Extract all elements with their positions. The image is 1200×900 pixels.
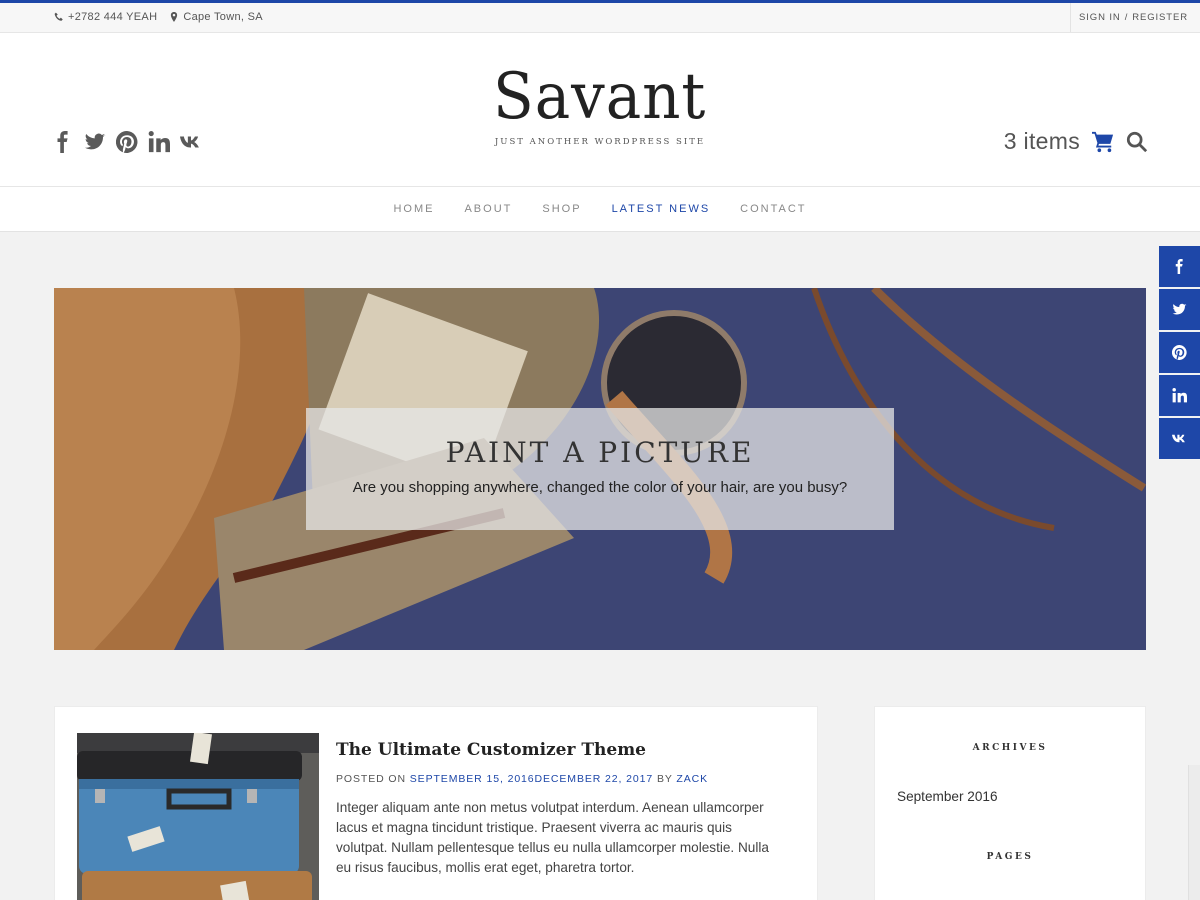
nav-home[interactable]: HOME: [393, 203, 434, 215]
share-linkedin-button[interactable]: [1159, 375, 1200, 416]
phone-icon: [54, 12, 63, 21]
top-bar: +2782 444 YEAH Cape Town, SA SIGN IN / R…: [0, 0, 1200, 33]
meta-by: BY: [656, 773, 673, 785]
post-date-link[interactable]: SEPTEMBER 15, 2016DECEMBER 22, 2017: [410, 773, 653, 785]
auth-links: SIGN IN / REGISTER: [1070, 3, 1200, 32]
shopping-cart-icon[interactable]: [1092, 131, 1114, 153]
register-link[interactable]: REGISTER: [1132, 12, 1188, 23]
post-title[interactable]: The Ultimate Customizer Theme: [336, 740, 646, 760]
sign-in-link[interactable]: SIGN IN: [1079, 12, 1121, 23]
contact-info: +2782 444 YEAH Cape Town, SA: [54, 11, 263, 23]
cart-count[interactable]: 3 items: [1004, 128, 1080, 155]
map-marker-icon: [171, 12, 178, 22]
share-facebook-button[interactable]: [1159, 246, 1200, 287]
vk-icon: [1172, 434, 1185, 443]
site-title[interactable]: Savant: [493, 61, 706, 133]
share-pinterest-button[interactable]: [1159, 332, 1200, 373]
archives-widget-title: ARCHIVES: [972, 743, 1048, 753]
phone-item: +2782 444 YEAH: [54, 11, 157, 23]
nav-contact[interactable]: CONTACT: [740, 203, 806, 215]
pages-widget-title: PAGES: [986, 852, 1034, 862]
sidebar: ARCHIVES September 2016 PAGES: [874, 706, 1146, 900]
floating-share-bar: [1159, 246, 1200, 459]
archive-link-september-2016[interactable]: September 2016: [897, 789, 998, 804]
auth-separator: /: [1124, 12, 1129, 23]
linkedin-icon: [1172, 388, 1187, 403]
post-meta: POSTED ON SEPTEMBER 15, 2016DECEMBER 22,…: [336, 773, 708, 785]
header-actions: 3 items: [1004, 128, 1148, 155]
post-author-link[interactable]: ZACK: [676, 773, 708, 785]
blog-post-card: The Ultimate Customizer Theme POSTED ON …: [54, 706, 818, 900]
nav-latest-news[interactable]: LATEST NEWS: [612, 203, 711, 215]
suitcases-image: [77, 733, 319, 900]
twitter-icon: [1172, 303, 1187, 315]
hero-subheading: Are you shopping anywhere, changed the c…: [352, 479, 848, 496]
hero-caption: PAINT A PICTURE Are you shopping anywher…: [306, 408, 894, 530]
location-text: Cape Town, SA: [183, 11, 263, 23]
pinterest-icon: [1172, 345, 1187, 360]
post-thumbnail[interactable]: [77, 733, 319, 900]
location-item: Cape Town, SA: [169, 11, 263, 23]
main-navigation: HOME ABOUT SHOP LATEST NEWS CONTACT: [0, 187, 1200, 232]
meta-prefix: POSTED ON: [336, 773, 406, 785]
nav-shop[interactable]: SHOP: [542, 203, 581, 215]
search-icon[interactable]: [1126, 131, 1148, 153]
phone-number: +2782 444 YEAH: [68, 11, 158, 23]
post-excerpt: Integer aliquam ante non metus volutpat …: [336, 800, 769, 875]
nav-about[interactable]: ABOUT: [464, 203, 512, 215]
hero-banner: PAINT A PICTURE Are you shopping anywher…: [54, 288, 1146, 650]
share-vk-button[interactable]: [1159, 418, 1200, 459]
facebook-icon: [1175, 259, 1183, 274]
hero-heading: PAINT A PICTURE: [445, 436, 755, 469]
share-twitter-button[interactable]: [1159, 289, 1200, 330]
site-header: Savant JUST ANOTHER WORDPRESS SITE 3 ite…: [0, 33, 1200, 187]
scrollbar[interactable]: [1188, 765, 1200, 900]
